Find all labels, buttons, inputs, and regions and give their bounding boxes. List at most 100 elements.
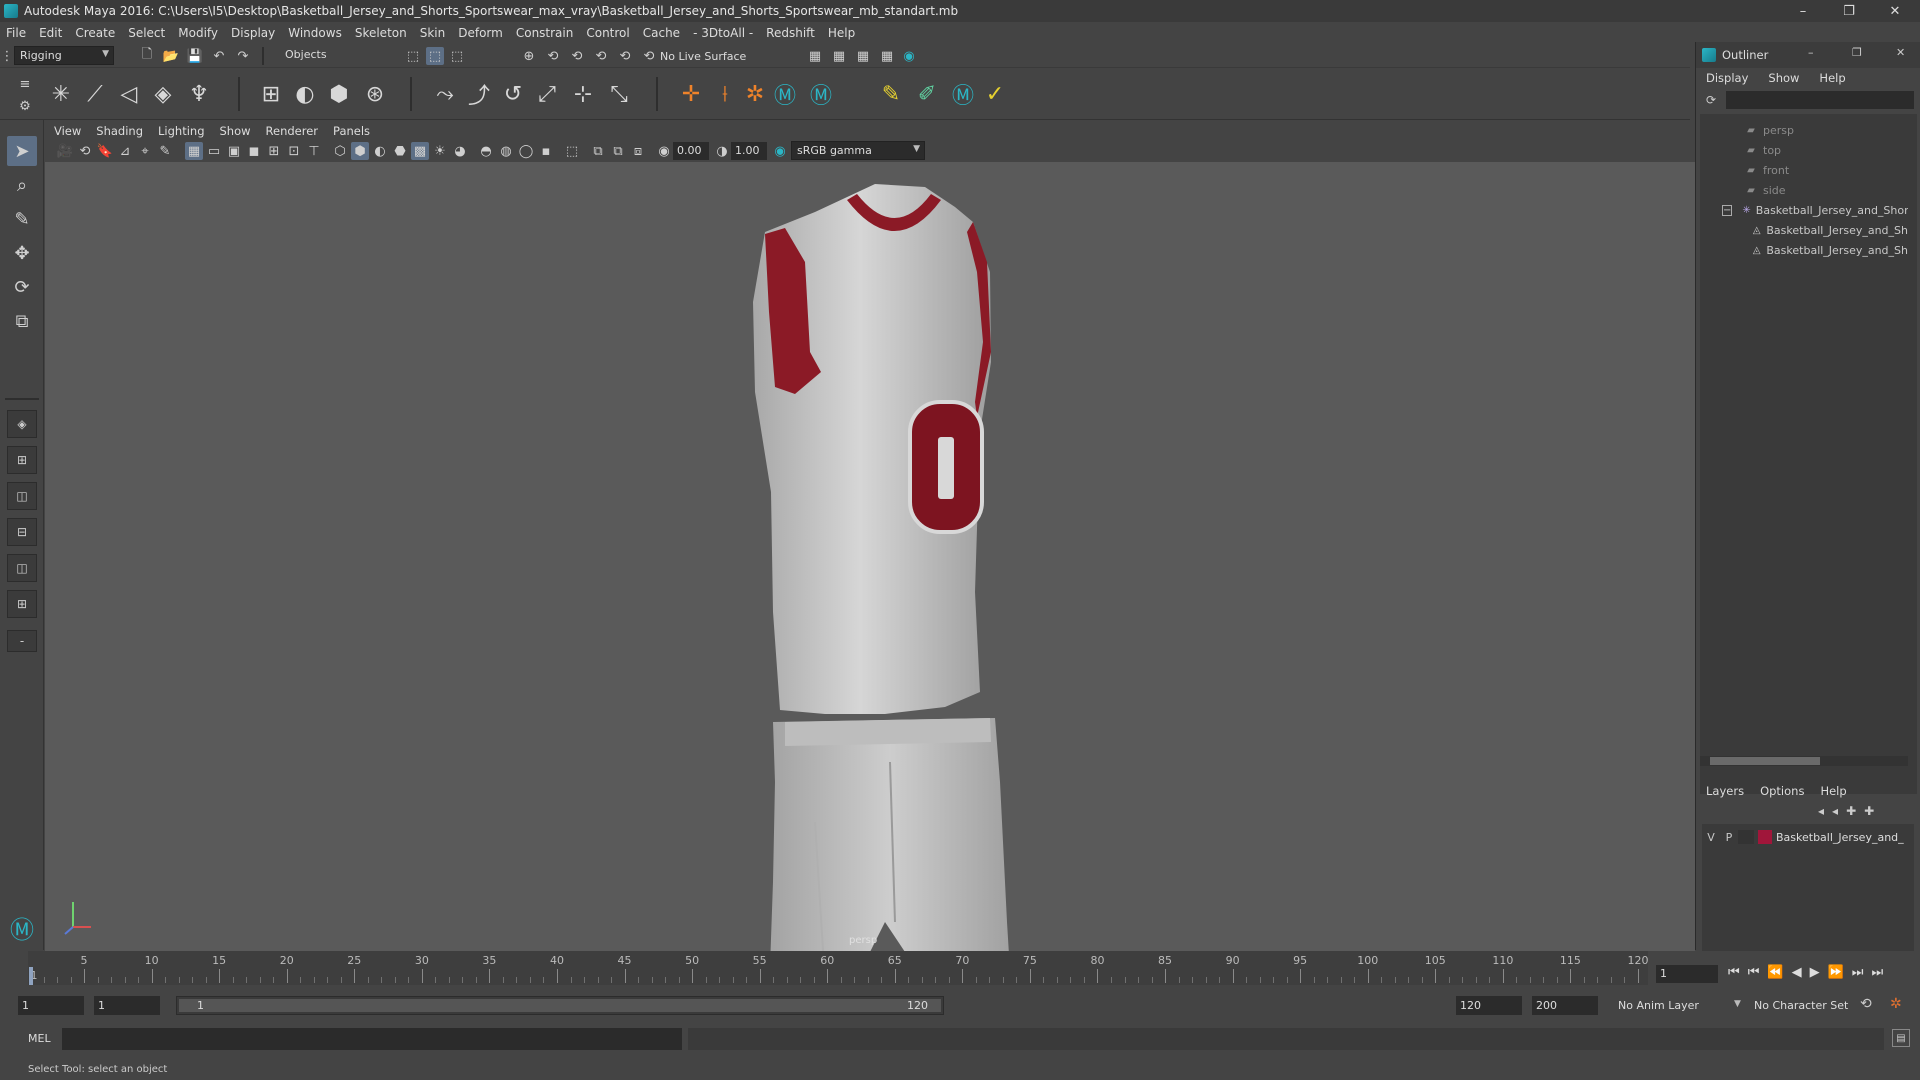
command-input[interactable] [62, 1028, 682, 1050]
point-constraint-icon[interactable]: ⤴ [464, 79, 494, 109]
menu-control[interactable]: Control [586, 26, 629, 40]
resolution-gate-icon[interactable]: ▣ [225, 142, 243, 160]
animation-end-field[interactable]: 200 [1532, 996, 1598, 1015]
playback-start-field[interactable]: 1 [94, 996, 160, 1015]
undo-icon[interactable]: ↶ [210, 47, 228, 65]
animation-start-field[interactable]: 1 [18, 996, 84, 1015]
range-bar-fill[interactable] [179, 999, 941, 1012]
outliner-vertical-scrollbar[interactable] [1908, 114, 1917, 794]
snap-grid-icon[interactable]: ⊕ [520, 47, 538, 65]
isolate-select-icon[interactable]: ⬚ [563, 142, 581, 160]
layer-name[interactable]: Basketball_Jersey_and_ [1776, 831, 1904, 844]
outliner-item-mesh-2[interactable]: ◬ Basketball_Jersey_and_Sh [1700, 240, 1908, 260]
motion-blur-icon[interactable]: ◍ [497, 142, 515, 160]
outliner-horizontal-scrollbar[interactable] [1700, 756, 1908, 766]
xray-icon[interactable]: ⧉ [589, 142, 607, 160]
screen-space-ao-icon[interactable]: ◓ [477, 142, 495, 160]
depth-of-field-icon[interactable]: ▪ [537, 142, 555, 160]
menu-skin[interactable]: Skin [420, 26, 446, 40]
character-set-dropdown[interactable]: No Character Set [1754, 999, 1866, 1012]
viewport-menu-shading[interactable]: Shading [96, 124, 143, 138]
camera-select-icon[interactable]: 🎥 [56, 142, 74, 160]
smooth-shade-icon[interactable]: ⬢ [351, 142, 369, 160]
open-scene-icon[interactable]: 📂 [162, 47, 180, 65]
command-language-toggle[interactable]: MEL [28, 1032, 51, 1045]
bookmark-icon[interactable]: 🔖 [96, 142, 114, 160]
layout-more-icon[interactable]: - [7, 630, 37, 652]
paint-select-tool-icon[interactable]: ✎ [7, 204, 37, 234]
outliner-search-input[interactable] [1726, 91, 1914, 109]
color-management-icon[interactable]: ◉ [771, 142, 789, 160]
layer-visibility-toggle[interactable]: V [1702, 831, 1720, 844]
ipr-render-icon[interactable]: ▦ [854, 47, 872, 65]
viewport-menu-show[interactable]: Show [220, 124, 251, 138]
select-hierarchy-icon[interactable]: ⬚ [404, 47, 422, 65]
new-scene-icon[interactable]: 🗋 [138, 47, 156, 65]
layer-type-toggle[interactable] [1738, 830, 1754, 844]
image-plane-icon[interactable]: ⊿ [116, 142, 134, 160]
viewport-menu-lighting[interactable]: Lighting [158, 124, 204, 138]
render-frame-icon[interactable]: ▦ [830, 47, 848, 65]
outliner-minimize-button[interactable]: – [1808, 46, 1814, 59]
move-layer-up-icon[interactable]: ◂ [1818, 804, 1824, 818]
menu-modify[interactable]: Modify [178, 26, 218, 40]
menu-file[interactable]: File [6, 26, 26, 40]
menu-3dtoall[interactable]: - 3DtoAll - [693, 26, 753, 40]
exposure-icon[interactable]: ◉ [655, 142, 673, 160]
shade-wire-icon[interactable]: ◐ [371, 142, 389, 160]
maya-tool-c-icon[interactable]: Ⓜ [948, 79, 978, 109]
collapse-handle-icon[interactable]: ⋮ [1, 47, 14, 65]
xray-joints-icon[interactable]: ⧉ [609, 142, 627, 160]
textured-icon[interactable]: ▩ [411, 142, 429, 160]
outliner-close-button[interactable]: ✕ [1896, 46, 1905, 59]
move-layer-down-icon[interactable]: ◂ [1832, 804, 1838, 818]
create-joints-icon[interactable]: ✳ [46, 79, 76, 109]
outliner-item-front[interactable]: ▰ front [1700, 160, 1908, 180]
step-back-frame-icon[interactable]: ⏪ [1767, 965, 1783, 980]
menu-constrain[interactable]: Constrain [516, 26, 574, 40]
outliner-item-persp[interactable]: ▰ persp [1700, 120, 1908, 140]
ik-handle-icon[interactable]: ⟋ [80, 79, 110, 109]
layout-two-stack-icon[interactable]: ⊟ [7, 518, 37, 546]
layout-two-side-icon[interactable]: ◫ [7, 482, 37, 510]
outliner-scroll-thumb[interactable] [1710, 757, 1820, 765]
viewport-menu-renderer[interactable]: Renderer [266, 124, 319, 138]
lattice-icon[interactable]: ⬢ [324, 79, 354, 109]
joint-orient-icon[interactable]: ⟊ [710, 79, 740, 109]
locator-icon[interactable]: ✛ [676, 79, 706, 109]
live-surface-field[interactable]: No Live Surface [660, 50, 746, 63]
step-forward-frame-icon[interactable]: ⏩ [1828, 965, 1844, 980]
animation-prefs-icon[interactable]: ✲ [1890, 996, 1902, 1012]
gate-mask-icon[interactable]: ◼ [245, 142, 263, 160]
snap-view-icon[interactable]: ⟲ [592, 47, 610, 65]
outliner-menu-show[interactable]: Show [1768, 71, 1799, 85]
use-lights-icon[interactable]: ☀ [431, 142, 449, 160]
snap-edge-icon[interactable]: ⟲ [640, 47, 658, 65]
save-scene-icon[interactable]: 💾 [186, 47, 204, 65]
maya-tool-b-icon[interactable]: Ⓜ [806, 79, 836, 109]
layer-menu-options[interactable]: Options [1760, 784, 1804, 798]
menu-cache[interactable]: Cache [643, 26, 680, 40]
humanik-icon[interactable]: ♆ [184, 79, 214, 109]
smooth-bind-icon[interactable]: ◐ [290, 79, 320, 109]
menu-edit[interactable]: Edit [39, 26, 62, 40]
menu-select[interactable]: Select [128, 26, 165, 40]
auto-key-icon[interactable]: ⟲ [1860, 996, 1872, 1012]
outliner-restore-button[interactable]: ❐ [1852, 46, 1862, 59]
gamma-icon[interactable]: ◑ [713, 142, 731, 160]
menu-redshift[interactable]: Redshift [766, 26, 815, 40]
menu-create[interactable]: Create [75, 26, 115, 40]
layer-menu-help[interactable]: Help [1820, 784, 1846, 798]
script-editor-icon[interactable]: ▤ [1892, 1029, 1910, 1047]
anim-layer-dropdown[interactable]: No Anim Layer [1618, 999, 1730, 1012]
mirror-joint-icon[interactable]: ✲ [740, 79, 770, 109]
viewport-menu-view[interactable]: View [54, 124, 81, 138]
pencil-icon[interactable]: ✎ [156, 142, 174, 160]
check-tool-icon[interactable]: ✓ [980, 79, 1010, 109]
menu-deform[interactable]: Deform [458, 26, 503, 40]
insert-joint-icon[interactable]: ◈ [148, 79, 178, 109]
aim-constraint-icon[interactable]: ⊹ [568, 79, 598, 109]
menuset-dropdown[interactable]: Rigging ▼ [14, 46, 114, 65]
outliner-item-top[interactable]: ▰ top [1700, 140, 1908, 160]
camera-attributes-icon[interactable]: ⟲ [76, 142, 94, 160]
